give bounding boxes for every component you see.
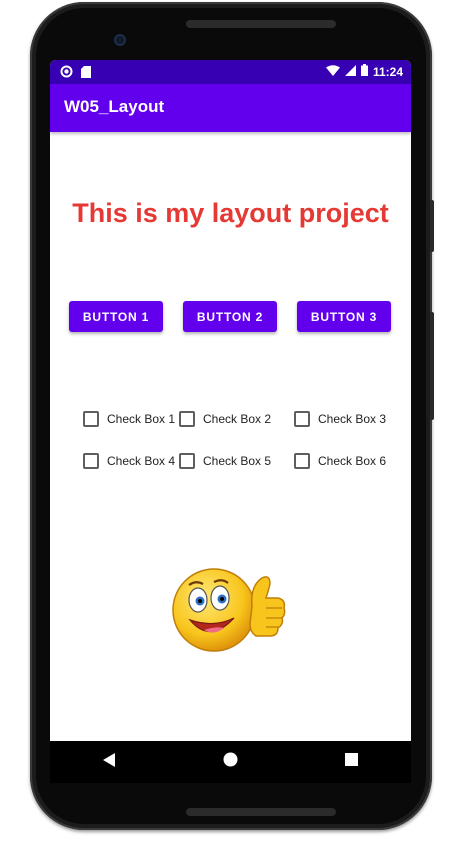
checkbox-box[interactable] bbox=[179, 453, 195, 469]
front-camera bbox=[114, 34, 126, 46]
checkbox-3[interactable]: Check Box 3 bbox=[294, 411, 386, 427]
home-icon[interactable] bbox=[223, 752, 238, 772]
checkbox-1[interactable]: Check Box 1 bbox=[83, 411, 175, 427]
checkbox-label: Check Box 6 bbox=[318, 454, 387, 468]
app-title: W05_Layout bbox=[64, 97, 165, 116]
checkbox-box[interactable] bbox=[294, 411, 310, 427]
checkbox-label: Check Box 4 bbox=[107, 454, 176, 468]
navigation-bar bbox=[50, 741, 411, 783]
signal-icon bbox=[344, 64, 356, 79]
checkbox-label: Check Box 1 bbox=[107, 412, 176, 426]
checkbox-label: Check Box 3 bbox=[318, 412, 387, 426]
notification-circle-icon bbox=[60, 65, 73, 83]
wifi-icon bbox=[325, 64, 340, 79]
bottom-speaker bbox=[186, 808, 336, 816]
button-3[interactable]: BUTTON 3 bbox=[297, 301, 391, 332]
checkbox-2[interactable]: Check Box 2 bbox=[179, 411, 271, 427]
button-1[interactable]: BUTTON 1 bbox=[69, 301, 163, 332]
power-button[interactable] bbox=[430, 200, 434, 252]
battery-icon bbox=[360, 64, 368, 79]
checkbox-box[interactable] bbox=[294, 453, 310, 469]
top-speaker bbox=[186, 20, 336, 28]
checkbox-5[interactable]: Check Box 5 bbox=[179, 453, 271, 469]
volume-button[interactable] bbox=[430, 312, 434, 420]
checkbox-box[interactable] bbox=[179, 411, 195, 427]
app-bar: W05_Layout bbox=[50, 84, 411, 132]
status-time: 11:24 bbox=[372, 64, 403, 79]
checkbox-box[interactable] bbox=[83, 453, 99, 469]
checkbox-box[interactable] bbox=[83, 411, 99, 427]
sd-card-icon bbox=[81, 65, 91, 83]
thumbs-up-smiley-emoji bbox=[170, 566, 290, 661]
checkbox-6[interactable]: Check Box 6 bbox=[294, 453, 386, 469]
button-2[interactable]: BUTTON 2 bbox=[183, 301, 277, 332]
recents-icon[interactable] bbox=[344, 753, 358, 771]
checkbox-4[interactable]: Check Box 4 bbox=[83, 453, 175, 469]
headline-text: This is my layout project bbox=[72, 198, 389, 228]
checkbox-label: Check Box 2 bbox=[203, 412, 272, 426]
back-icon[interactable] bbox=[103, 752, 117, 772]
checkbox-label: Check Box 5 bbox=[203, 454, 272, 468]
screen: 11:24 W05_Layout This is my layout proje… bbox=[50, 60, 411, 783]
status-bar: 11:24 bbox=[50, 60, 411, 84]
